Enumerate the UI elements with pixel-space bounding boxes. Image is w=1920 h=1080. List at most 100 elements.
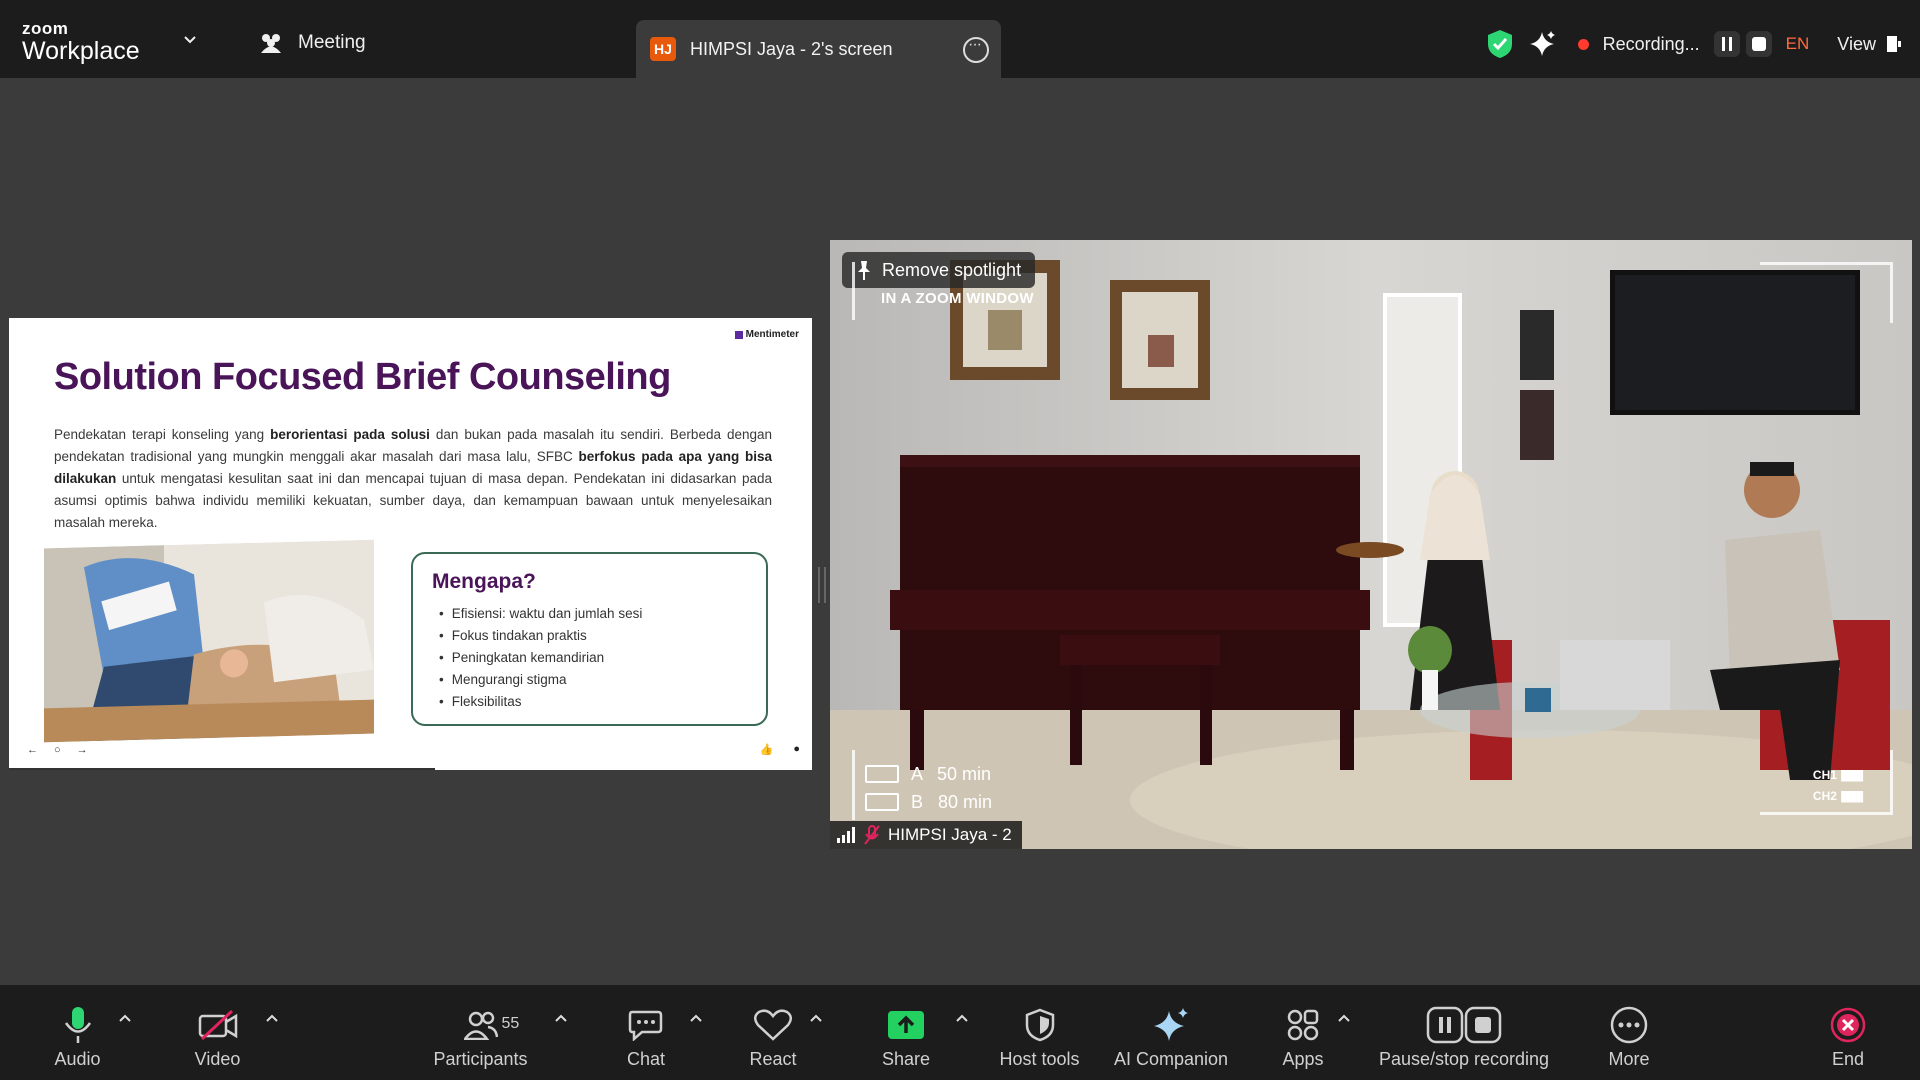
remove-spotlight-button[interactable]: Remove spotlight (842, 252, 1036, 288)
stop-recording-button[interactable] (1745, 31, 1772, 57)
chevron-down-icon[interactable] (184, 34, 196, 46)
viewfinder-corner (1760, 262, 1893, 323)
mentimeter-label: Mentimeter (745, 329, 799, 340)
arrow-left-icon[interactable]: ← (27, 744, 38, 756)
audio-button[interactable]: Audio (40, 985, 115, 1080)
ch1-row: CH1 |||||||||||||||| (1813, 765, 1864, 786)
mentimeter-mark-icon (734, 330, 743, 339)
participant-name-tag: HIMPSI Jaya - 2 (830, 821, 1022, 849)
more-icon (1606, 1005, 1652, 1045)
slide-progress-bar (9, 768, 435, 770)
participant-video: Remove spotlight IN A ZOOM WINDOW A 50 m… (830, 240, 1912, 849)
chat-button[interactable]: Chat (610, 985, 682, 1080)
end-icon (1825, 1005, 1871, 1045)
rec-a-label: A 50 min (911, 764, 992, 784)
chevron-up-icon[interactable] (266, 1013, 278, 1023)
react-button[interactable]: React (737, 985, 809, 1080)
recording-info: A 50 min B 80 min (865, 760, 992, 816)
pause-stop-recording-button[interactable]: Pause/stop recording (1370, 985, 1558, 1080)
react-label: React (749, 1049, 797, 1069)
counseling-photo (44, 539, 374, 743)
circle-icon[interactable]: ○ (54, 744, 61, 756)
chevron-up-icon[interactable] (119, 1013, 131, 1023)
para-bold-1: berorientasi pada solusi (270, 427, 430, 442)
end-label: End (1831, 1049, 1865, 1069)
meeting-label: Meeting (298, 32, 366, 53)
top-right-controls: Recording... EN View (1486, 26, 1902, 62)
video-scene (830, 240, 1912, 849)
shield-check-icon[interactable] (1486, 29, 1514, 59)
microphone-icon (55, 1005, 101, 1045)
why-box: Mengapa? Efisiensi: waktu dan jumlah ses… (411, 552, 768, 726)
thumbs-up-icon[interactable]: 👍 (760, 743, 774, 756)
chevron-up-icon[interactable] (690, 1013, 702, 1023)
shield-icon (1017, 1005, 1063, 1045)
audio-meter-icon: |||||||||||||||| (1840, 789, 1864, 803)
audio-channels: CH1 |||||||||||||||| CH2 |||||||||||||||… (1813, 765, 1864, 807)
chevron-up-icon[interactable] (810, 1013, 822, 1023)
viewfinder-corner (852, 262, 855, 320)
participants-icon: 55 (458, 1005, 519, 1045)
share-button[interactable]: Share (870, 985, 942, 1080)
heart-icon (750, 1005, 796, 1045)
audio-label: Audio (54, 1049, 101, 1069)
participants-label: Participants (433, 1049, 528, 1069)
slide-title: Solution Focused Brief Counseling (54, 356, 671, 398)
video-button[interactable]: Video (180, 985, 255, 1080)
pause-stop-label: Pause/stop recording (1378, 1049, 1550, 1069)
slide-paragraph: Pendekatan terapi konseling yang berorie… (54, 424, 772, 534)
recording-status: Recording... (1602, 33, 1700, 54)
resize-handle[interactable] (818, 567, 826, 603)
chat-label: Chat (626, 1049, 666, 1069)
pause-recording-button[interactable] (1713, 31, 1740, 57)
stop-icon (1751, 37, 1766, 51)
end-meeting-button[interactable]: End (1812, 985, 1884, 1080)
participant-name: HIMPSI Jaya - 2 (888, 825, 1012, 844)
ai-companion-button[interactable]: AI Companion (1108, 985, 1234, 1080)
chat-icon (623, 1005, 669, 1045)
more-options-icon[interactable] (963, 36, 989, 63)
share-screen-icon (883, 1005, 929, 1045)
list-item: Peningkatan kemandirian (439, 647, 642, 669)
ch2-row: CH2 |||||||||||||||| (1813, 786, 1864, 807)
host-tools-button[interactable]: Host tools (992, 985, 1087, 1080)
brand-big: Workplace (22, 37, 140, 65)
ai-sparkle-icon (1148, 1005, 1194, 1045)
chevron-up-icon[interactable] (956, 1013, 968, 1023)
view-layout-icon (1887, 36, 1901, 52)
mentimeter-logo: Mentimeter (734, 329, 799, 340)
why-list: Efisiensi: waktu dan jumlah sesi Fokus t… (439, 603, 643, 713)
viewfinder-corner (852, 750, 855, 820)
more-button[interactable]: More (1593, 985, 1665, 1080)
pause-icon (1721, 37, 1732, 51)
shared-slide: Mentimeter Solution Focused Brief Counse… (9, 318, 812, 770)
zoom-workplace-logo: zoom Workplace (22, 20, 140, 65)
apps-button[interactable]: Apps (1267, 985, 1339, 1080)
meeting-button[interactable]: Meeting (258, 32, 366, 54)
battery-icon (865, 765, 899, 783)
people-icon (261, 34, 281, 53)
language-indicator[interactable]: EN (1786, 34, 1810, 54)
audience-icon[interactable]: ● (793, 743, 800, 756)
sparkle-icon[interactable] (1528, 30, 1556, 58)
view-button[interactable]: View (1837, 34, 1902, 55)
host-tools-label: Host tools (999, 1049, 1080, 1069)
video-off-icon (195, 1005, 241, 1045)
battery-icon (865, 793, 899, 811)
more-label: More (1608, 1049, 1650, 1069)
chevron-up-icon[interactable] (555, 1013, 567, 1023)
participants-button[interactable]: 55 Participants (423, 985, 538, 1080)
rec-b-label: B 80 min (911, 792, 993, 812)
audio-meter-icon: |||||||||||||||| (1840, 768, 1864, 782)
list-item: Fokus tindakan praktis (439, 625, 642, 647)
shared-screen-tab[interactable]: HJ HIMPSI Jaya - 2's screen (636, 20, 1001, 78)
list-item: Mengurangi stigma (439, 669, 642, 691)
arrow-right-icon[interactable]: → (77, 744, 88, 756)
para-text-1: Pendekatan terapi konseling yang (54, 427, 271, 442)
chevron-up-icon[interactable] (1338, 1013, 1350, 1023)
apps-label: Apps (1282, 1049, 1324, 1069)
pause-stop-icon (1424, 1005, 1504, 1045)
top-bar: zoom Workplace Meeting HJ HIMPSI Jaya - … (0, 0, 1920, 78)
pin-icon (858, 261, 870, 280)
brand-small: zoom (22, 19, 69, 38)
